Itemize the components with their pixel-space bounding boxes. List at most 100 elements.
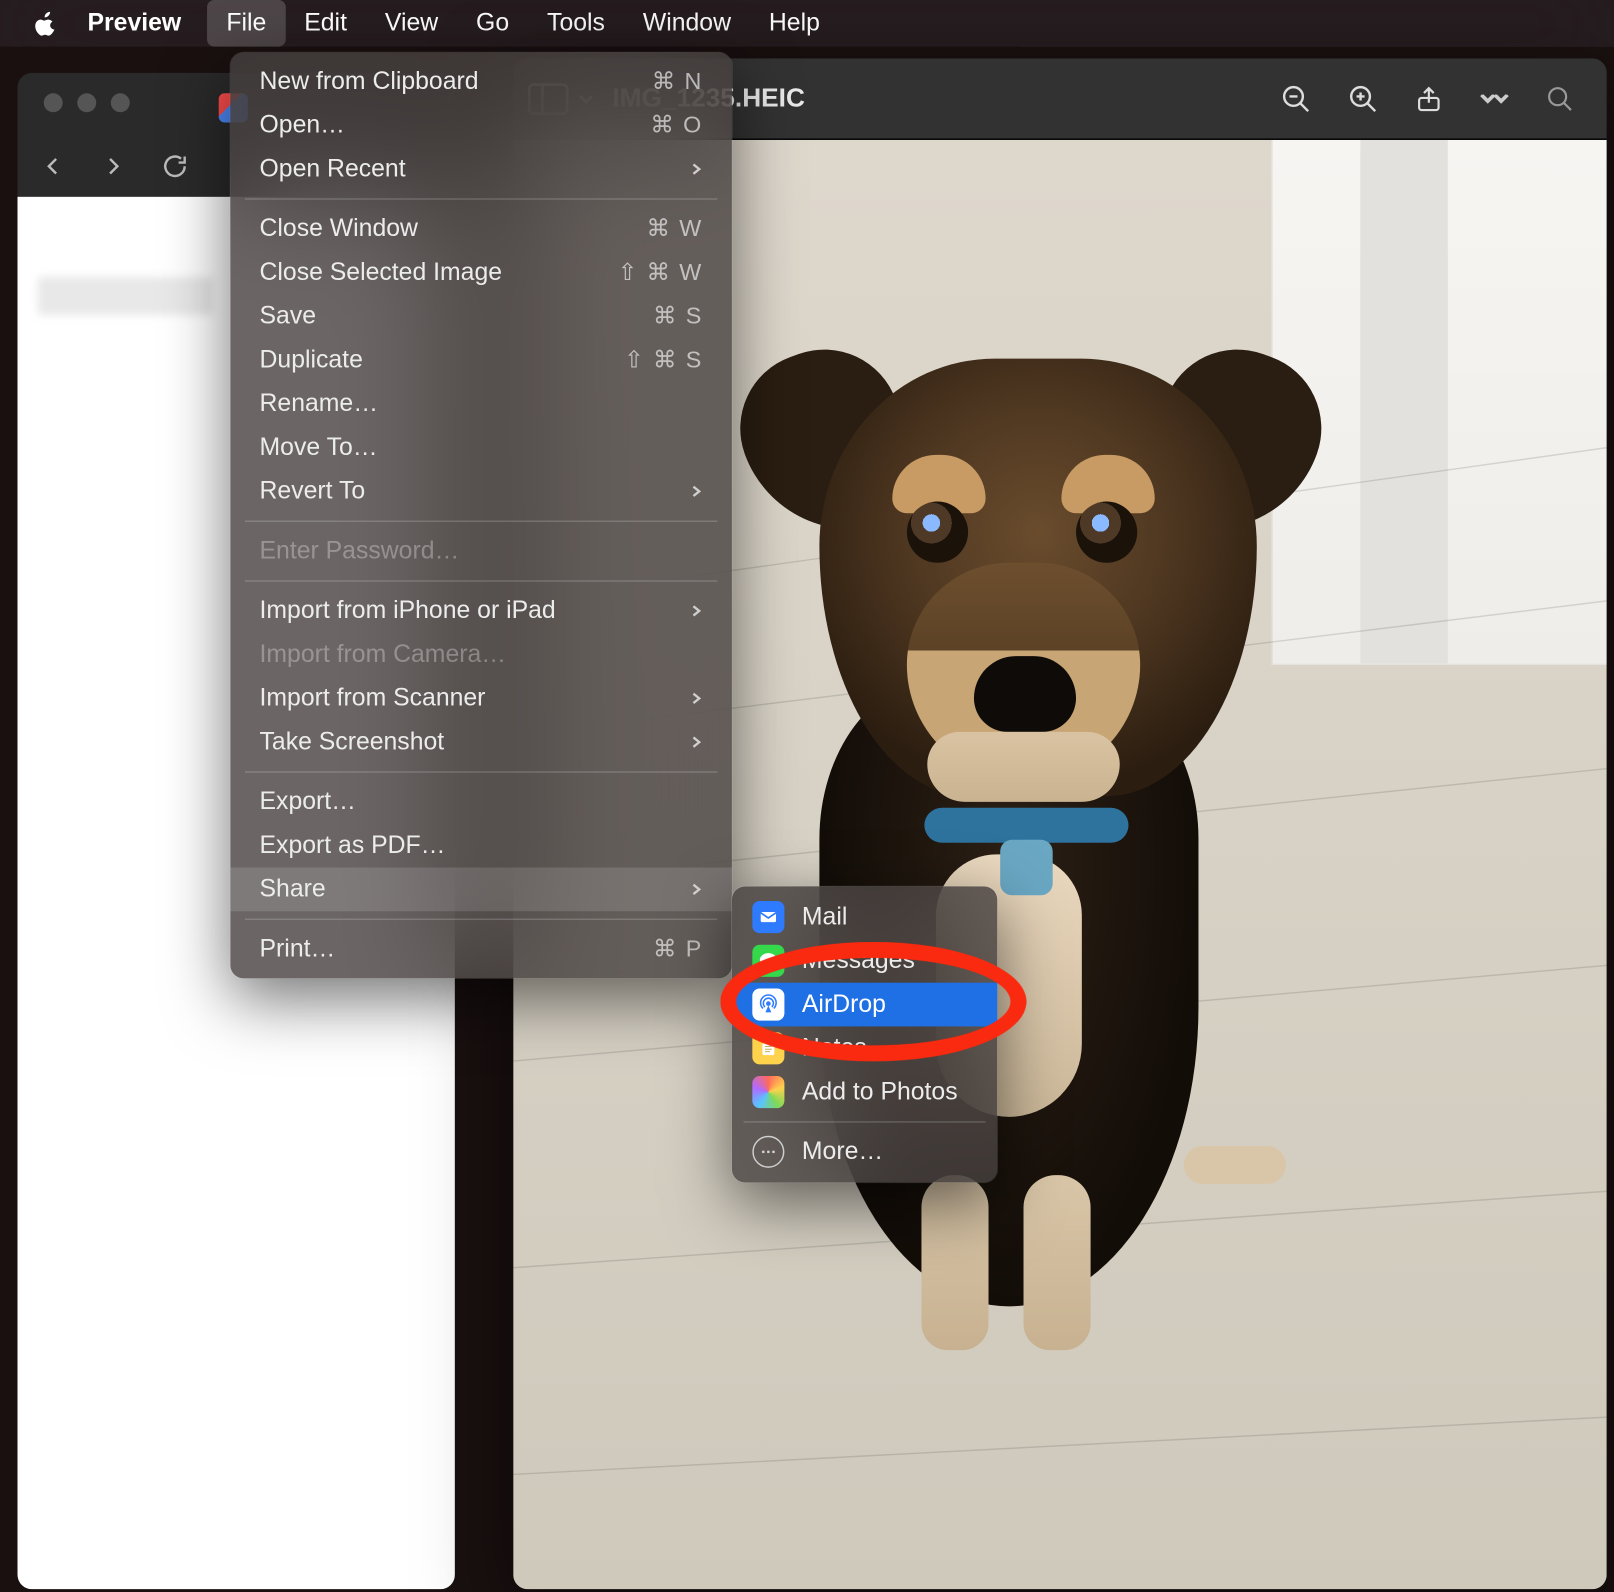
menu-item-label: Revert To <box>260 477 692 506</box>
menu-item-label: Save <box>260 302 653 331</box>
reload-icon[interactable] <box>160 152 189 181</box>
apple-logo-icon[interactable] <box>32 10 58 36</box>
file-menu-item-close-selected-image[interactable]: Close Selected Image⇧ ⌘ W <box>230 251 732 295</box>
file-menu[interactable]: New from Clipboard⌘ NOpen…⌘ OOpen Recent… <box>230 52 732 978</box>
browser-thumbnail <box>38 277 213 315</box>
submenu-arrow-icon <box>691 602 703 619</box>
menubar-item-tools[interactable]: Tools <box>528 0 624 47</box>
file-menu-item-save[interactable]: Save⌘ S <box>230 295 732 339</box>
menu-item-label: Close Selected Image <box>260 258 618 287</box>
menu-item-label: Move To… <box>260 433 703 462</box>
photos-icon <box>752 1076 784 1108</box>
share-button[interactable] <box>1397 84 1461 113</box>
menubar: Preview FileEditViewGoToolsWindowHelp <box>0 0 1614 47</box>
menu-item-label: Take Screenshot <box>260 728 692 757</box>
menu-item-label: Rename… <box>260 389 703 418</box>
file-menu-item-export-as-pdf[interactable]: Export as PDF… <box>230 824 732 868</box>
submenu-arrow-icon <box>691 160 703 177</box>
share-item-label: AirDrop <box>802 990 886 1019</box>
menu-item-label: Open… <box>260 111 651 140</box>
submenu-arrow-icon <box>691 690 703 707</box>
traffic-lights[interactable] <box>44 93 130 112</box>
menubar-item-window[interactable]: Window <box>624 0 750 47</box>
close-dot-icon[interactable] <box>44 93 63 112</box>
file-menu-item-open-recent[interactable]: Open Recent <box>230 147 732 191</box>
file-menu-item-rename[interactable]: Rename… <box>230 382 732 426</box>
file-menu-item-export[interactable]: Export… <box>230 780 732 824</box>
menu-item-label: Close Window <box>260 214 647 243</box>
menu-item-label: New from Clipboard <box>260 67 652 96</box>
file-menu-item-share[interactable]: Share <box>230 868 732 912</box>
menubar-item-file[interactable]: File <box>207 0 285 47</box>
menu-item-shortcut: ⌘ O <box>650 111 702 140</box>
airdrop-icon <box>752 989 784 1021</box>
menu-item-label: Open Recent <box>260 155 692 184</box>
menu-item-label: Duplicate <box>260 346 625 375</box>
share-item-label: Add to Photos <box>802 1077 958 1106</box>
forward-icon[interactable] <box>99 152 128 181</box>
file-menu-item-import-from-scanner[interactable]: Import from Scanner <box>230 677 732 721</box>
menu-item-shortcut: ⌘ W <box>647 214 703 243</box>
share-item-label: Messages <box>802 946 915 975</box>
file-menu-item-import-from-camera: Import from Camera… <box>230 633 732 677</box>
share-item-more[interactable]: More… <box>732 1130 997 1174</box>
share-submenu[interactable]: Mail Messages AirDrop Notes Add to Photos Mor… <box>732 886 997 1182</box>
share-item-messages[interactable]: Messages <box>732 939 997 983</box>
menu-item-label: Print… <box>260 935 653 964</box>
file-menu-item-take-screenshot[interactable]: Take Screenshot <box>230 720 732 764</box>
toolbar-overflow-button[interactable] <box>1461 90 1528 107</box>
notes-icon <box>752 1032 784 1064</box>
share-item-mail[interactable]: Mail <box>732 895 997 939</box>
zoom-in-button[interactable] <box>1330 82 1397 114</box>
menubar-item-go[interactable]: Go <box>457 0 528 47</box>
menu-separator <box>245 198 717 199</box>
browser-nav <box>38 152 190 181</box>
file-menu-item-new-from-clipboard[interactable]: New from Clipboard⌘ N <box>230 60 732 104</box>
search-button[interactable] <box>1528 84 1592 113</box>
zoom-dot-icon[interactable] <box>111 93 130 112</box>
file-menu-item-import-from-iphone-or-ipad[interactable]: Import from iPhone or iPad <box>230 589 732 633</box>
share-item-photos[interactable]: Add to Photos <box>732 1070 997 1114</box>
menu-item-label: Import from Camera… <box>260 640 703 669</box>
back-icon[interactable] <box>38 152 67 181</box>
menu-item-label: Export… <box>260 787 703 816</box>
share-item-airdrop[interactable]: AirDrop <box>732 983 997 1027</box>
submenu-arrow-icon <box>691 483 703 500</box>
menu-separator <box>245 919 717 920</box>
share-item-label: More… <box>802 1137 883 1166</box>
file-menu-item-print[interactable]: Print…⌘ P <box>230 927 732 971</box>
menubar-item-edit[interactable]: Edit <box>285 0 366 47</box>
menu-item-shortcut: ⌘ S <box>653 302 703 331</box>
menu-separator <box>744 1121 986 1122</box>
share-item-label: Mail <box>802 903 847 932</box>
minimize-dot-icon[interactable] <box>77 93 96 112</box>
more-icon <box>752 1136 784 1168</box>
file-menu-item-duplicate[interactable]: Duplicate⇧ ⌘ S <box>230 338 732 382</box>
menu-item-shortcut: ⌘ P <box>653 935 703 964</box>
submenu-arrow-icon <box>691 881 703 898</box>
share-item-notes[interactable]: Notes <box>732 1026 997 1070</box>
share-item-label: Notes <box>802 1034 867 1063</box>
file-menu-item-close-window[interactable]: Close Window⌘ W <box>230 207 732 251</box>
menu-item-label: Enter Password… <box>260 537 703 566</box>
menubar-item-view[interactable]: View <box>366 0 457 47</box>
mail-icon <box>752 901 784 933</box>
menu-item-label: Share <box>260 875 692 904</box>
app-title[interactable]: Preview <box>87 9 181 38</box>
dog-photo-subject <box>688 330 1330 1409</box>
menu-separator <box>245 771 717 772</box>
file-menu-item-enter-password: Enter Password… <box>230 529 732 573</box>
menubar-item-help[interactable]: Help <box>750 0 839 47</box>
file-menu-item-move-to[interactable]: Move To… <box>230 426 732 470</box>
file-menu-item-revert-to[interactable]: Revert To <box>230 469 732 513</box>
menu-item-shortcut: ⌘ N <box>652 67 703 96</box>
menu-item-label: Import from Scanner <box>260 684 692 713</box>
menu-item-label: Import from iPhone or iPad <box>260 596 692 625</box>
messages-icon <box>752 945 784 977</box>
menu-item-shortcut: ⇧ ⌘ S <box>624 346 703 375</box>
file-menu-item-open[interactable]: Open…⌘ O <box>230 104 732 148</box>
menu-separator <box>245 580 717 581</box>
menu-item-label: Export as PDF… <box>260 831 703 860</box>
zoom-out-button[interactable] <box>1263 82 1330 114</box>
submenu-arrow-icon <box>691 733 703 750</box>
